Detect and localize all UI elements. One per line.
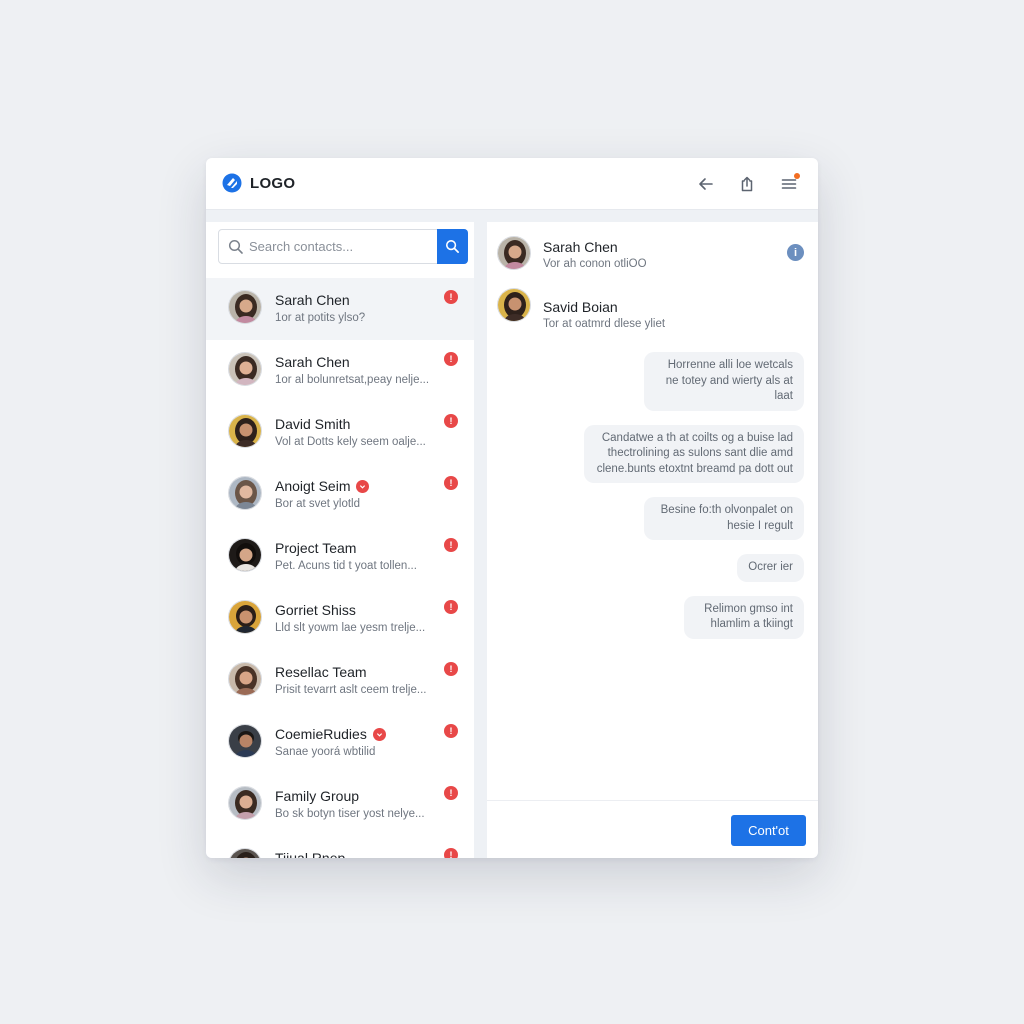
contact-name: CoemieRudies [275, 726, 386, 742]
share-icon[interactable] [735, 172, 759, 196]
unread-badge: ! [444, 414, 458, 428]
message-bubble: Besine fo:th olvonpalet on hesie I regul… [644, 497, 804, 540]
menu-icon[interactable] [777, 172, 801, 196]
contact-item[interactable]: Project Team Pet. Acuns tid t yoat tolle… [206, 526, 474, 588]
participant-status: Tor at oatmrd dlese yliet [543, 318, 666, 330]
unread-badge: ! [444, 290, 458, 304]
notification-dot [794, 173, 800, 179]
contact-item[interactable]: Resellac Team Prisit tevarrt aslt ceem t… [206, 650, 474, 712]
contact-name: Family Group [275, 788, 360, 804]
chat-panel: Sarah Chen Vor ah conon otliOO i Savid B… [487, 222, 818, 858]
message-bubble: Candatwe a th at coilts og a buise lad t… [584, 424, 804, 483]
back-arrow-icon[interactable] [694, 172, 718, 196]
contact-item[interactable]: Sarah Chen 1or al bolunretsat,peay nelje… [206, 340, 474, 402]
search-input[interactable] [249, 230, 435, 263]
avatar [497, 288, 531, 322]
contact-item[interactable]: CoemieRudies Sanae yoorá wbtilid ! [206, 712, 474, 774]
contact-name: Tiiual Rnep [275, 850, 346, 858]
contact-name: Gorriet Shiss [275, 602, 356, 618]
search-icon [445, 239, 459, 253]
avatar [228, 600, 262, 634]
avatar [228, 786, 262, 820]
contact-name: Sarah Chen [275, 292, 350, 308]
chat-contact-name: Sarah Chen [543, 239, 618, 255]
contact-item[interactable]: Anoigt Seim Bor at svet ylotld ! [206, 464, 474, 526]
logo[interactable]: LOGO [222, 173, 295, 193]
contact-item[interactable]: Family Group Bo sk botyn tiser yost nely… [206, 774, 474, 836]
contacts-panel: Sarah Chen 1or at potits ylso? ! Sarah C… [206, 222, 474, 858]
chat-participant[interactable]: Savid Boian Tor at oatmrd dlese yliet [487, 282, 818, 342]
contact-item[interactable]: Sarah Chen 1or at potits ylso? ! [206, 278, 474, 340]
unread-badge: ! [444, 786, 458, 800]
avatar [228, 662, 262, 696]
contact-name: Sarah Chen [275, 354, 350, 370]
contact-name: Resellac Team [275, 664, 367, 680]
contact-button[interactable]: Cont'ot [731, 815, 806, 846]
contact-snippet: Bo sk botyn tiser yost nelye... [275, 808, 425, 820]
verified-badge [372, 727, 386, 741]
messenger-window: LOGO Search contacts... Sarah Chen 1or a… [206, 158, 818, 858]
chat-header[interactable]: Sarah Chen Vor ah conon otliOO i [487, 222, 818, 282]
avatar [228, 476, 262, 510]
avatar [228, 414, 262, 448]
unread-badge: ! [444, 662, 458, 676]
contact-item[interactable]: David Smith Vol at Dotts kely seem oalje… [206, 402, 474, 464]
participant-name: Savid Boian [543, 299, 618, 315]
message-bubble: Relimon gmso int hlamlim a tkiingt [684, 595, 804, 639]
chat-contact-status: Vor ah conon otliOO [543, 258, 647, 270]
contact-snippet: Bor at svet ylotld [275, 498, 361, 510]
search-box [218, 229, 468, 264]
message-bubble: Ocrer ier [737, 554, 804, 582]
top-bar: LOGO [206, 158, 818, 210]
search-icon [228, 239, 243, 254]
avatar [228, 848, 262, 858]
unread-badge: ! [444, 848, 458, 858]
contact-snippet: Pet. Acuns tid t yoat tollen... [275, 560, 417, 572]
avatar [228, 290, 262, 324]
contact-name: Anoigt Seim [275, 478, 370, 494]
contact-list: Sarah Chen 1or at potits ylso? ! Sarah C… [206, 278, 474, 858]
unread-badge: ! [444, 538, 458, 552]
contact-snippet: Prisit tevarrt aslt ceem trelje... [275, 684, 427, 696]
contact-snippet: 1or al bolunretsat,peay nelje... [275, 374, 430, 386]
logo-text: LOGO [250, 174, 296, 192]
verified-badge [356, 479, 370, 493]
avatar [228, 538, 262, 572]
contact-item[interactable]: Tiiual Rnep ! [206, 836, 474, 858]
contact-snippet: Sanae yoorá wbtilid [275, 746, 376, 758]
unread-badge: ! [444, 724, 458, 738]
info-icon[interactable]: i [787, 244, 804, 261]
avatar [497, 236, 531, 270]
contact-snippet: 1or at potits ylso? [275, 312, 366, 324]
unread-badge: ! [444, 476, 458, 490]
contact-name: David Smith [275, 416, 351, 432]
unread-badge: ! [444, 600, 458, 614]
avatar [228, 724, 262, 758]
unread-badge: ! [444, 352, 458, 366]
logo-icon [222, 173, 242, 193]
chat-footer: Cont'ot [487, 800, 818, 858]
message-bubble: Horrenne alli loe wetcals ne totey and w… [644, 352, 804, 411]
contact-snippet: Lld slt yowm lae yesm trelje... [275, 622, 426, 634]
search-button[interactable] [437, 229, 468, 264]
avatar [228, 352, 262, 386]
contact-snippet: Vol at Dotts kely seem oalje... [275, 436, 426, 448]
message-list: Horrenne alli loe wetcals ne totey and w… [564, 352, 804, 653]
contact-name: Project Team [275, 540, 357, 556]
contact-item[interactable]: Gorriet Shiss Lld slt yowm lae yesm trel… [206, 588, 474, 650]
